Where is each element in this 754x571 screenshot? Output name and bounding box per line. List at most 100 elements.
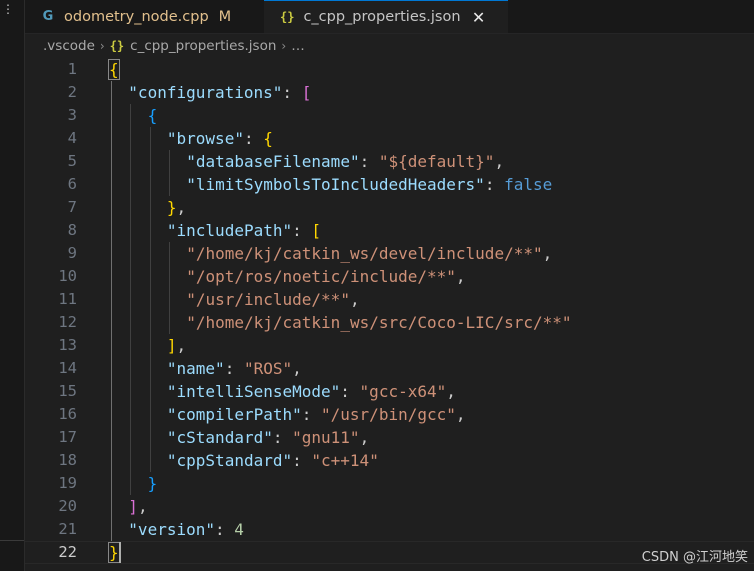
- line-number: 6: [67, 175, 77, 193]
- code-token: ,: [292, 359, 302, 378]
- chevron-right-icon: ›: [99, 39, 105, 53]
- chevron-right-icon: ›: [281, 39, 287, 53]
- code-line[interactable]: {: [148, 104, 158, 127]
- code-token: :: [340, 382, 360, 401]
- line-number: 16: [58, 405, 77, 423]
- code-line[interactable]: "name": "ROS",: [167, 357, 302, 380]
- code-token: "limitSymbolsToIncludedHeaders": [186, 175, 485, 194]
- code-token: "intelliSenseMode": [166, 382, 341, 401]
- code-line[interactable]: "limitSymbolsToIncludedHeaders": false: [186, 173, 552, 196]
- more-actions-icon[interactable]: ⋮: [2, 3, 14, 15]
- code-area[interactable]: {"configurations": [{"browse": {"databas…: [108, 58, 749, 571]
- code-token: "cStandard": [166, 428, 273, 447]
- code-line[interactable]: },: [167, 196, 186, 219]
- code-token: :: [359, 152, 379, 171]
- code-token: "/home/kj/catkin_ws/src/Coco-LIC/src/**": [186, 313, 572, 332]
- line-number: 8: [67, 221, 77, 239]
- code-token: "/usr/include/**": [186, 290, 350, 309]
- code-line[interactable]: "compilerPath": "/usr/bin/gcc",: [167, 403, 466, 426]
- code-token: ,: [359, 428, 370, 447]
- activity-bar: ⋮: [0, 0, 25, 571]
- text-cursor: [118, 542, 121, 563]
- code-token: "/home/kj/catkin_ws/devel/include/**": [186, 244, 543, 263]
- code-token: "name": [166, 359, 225, 378]
- code-token: :: [301, 405, 322, 424]
- line-number: 22: [58, 543, 77, 561]
- tab-label: c_cpp_properties.json: [303, 9, 461, 25]
- code-token: :: [282, 83, 302, 102]
- code-editor[interactable]: 1 2 3 4 5 6 7 8 9 10 11 12 13 14 15 16 17 18 19 20 21 22 {"co…: [25, 58, 754, 571]
- line-number: 15: [58, 382, 77, 400]
- line-number: 3: [67, 106, 77, 124]
- code-token: }: [108, 542, 120, 563]
- indent-guide: [168, 150, 170, 196]
- code-token: }: [147, 474, 158, 493]
- code-token: "cppStandard": [166, 451, 293, 470]
- code-line[interactable]: "intelliSenseMode": "gcc-x64",: [167, 380, 456, 403]
- code-token: :: [484, 175, 505, 194]
- code-token: {: [147, 106, 158, 125]
- panel-divider: [0, 540, 24, 541]
- modified-badge: M: [218, 8, 232, 25]
- code-line[interactable]: "/opt/ros/noetic/include/**",: [186, 265, 465, 288]
- code-token: ,: [542, 244, 553, 263]
- code-token: ]: [128, 497, 138, 516]
- code-token: }: [166, 198, 177, 217]
- line-number: 17: [58, 428, 77, 446]
- code-token: "configurations": [128, 83, 283, 102]
- code-token: {: [108, 59, 120, 80]
- indent-guide: [149, 127, 151, 472]
- tab-c-cpp-properties-json[interactable]: {} c_cpp_properties.json ✕: [264, 0, 508, 33]
- code-token: "includePath": [166, 221, 293, 240]
- indent-guide: [130, 104, 132, 495]
- breadcrumb: .vscode › {} c_cpp_properties.json › …: [25, 34, 754, 58]
- code-line[interactable]: "cppStandard": "c++14": [167, 449, 379, 472]
- line-number: 14: [58, 359, 77, 377]
- c-cpp-icon: G: [42, 9, 54, 24]
- code-token: ]: [166, 336, 177, 355]
- breadcrumb-symbol[interactable]: …: [291, 38, 305, 54]
- code-token: "/opt/ros/noetic/include/**": [186, 267, 456, 286]
- code-line[interactable]: "configurations": [: [128, 81, 311, 104]
- line-number-gutter[interactable]: 1 2 3 4 5 6 7 8 9 10 11 12 13 14 15 16 17 18 19 20 21 22: [25, 58, 85, 571]
- code-line[interactable]: "/home/kj/catkin_ws/src/Coco-LIC/src/**": [186, 311, 571, 334]
- editor-tab-bar: G odometry_node.cpp M {} c_cpp_propertie…: [25, 0, 754, 34]
- code-line[interactable]: "/home/kj/catkin_ws/devel/include/**",: [186, 242, 552, 265]
- code-token: "gnu11": [292, 428, 360, 447]
- breadcrumb-folder[interactable]: .vscode: [43, 38, 95, 54]
- code-token: :: [292, 221, 312, 240]
- code-line[interactable]: ],: [167, 334, 186, 357]
- tab-odometry-node-cpp[interactable]: G odometry_node.cpp M: [25, 0, 263, 33]
- line-number: 10: [58, 267, 77, 285]
- code-line[interactable]: "databaseFilename": "${default}",: [186, 150, 504, 173]
- code-line[interactable]: "version": 4: [128, 518, 244, 541]
- code-token: 4: [234, 520, 244, 539]
- code-token: "/usr/bin/gcc": [321, 405, 456, 424]
- code-token: ,: [455, 267, 466, 286]
- close-icon[interactable]: ✕: [471, 8, 487, 27]
- code-token: "databaseFilename": [186, 152, 360, 171]
- breadcrumb-file[interactable]: c_cpp_properties.json: [130, 38, 276, 54]
- code-token: ,: [446, 382, 456, 401]
- line-number: 19: [58, 474, 77, 492]
- code-token: "compilerPath": [166, 405, 302, 424]
- code-line[interactable]: "includePath": [: [167, 219, 321, 242]
- code-line[interactable]: }: [108, 541, 120, 564]
- code-line[interactable]: }: [148, 472, 158, 495]
- line-number: 21: [58, 520, 77, 538]
- code-token: ,: [494, 152, 505, 171]
- code-token: ,: [349, 290, 360, 309]
- code-line[interactable]: ],: [128, 495, 147, 518]
- code-line[interactable]: "browse": {: [167, 127, 273, 150]
- line-number: 4: [67, 129, 77, 147]
- code-token: :: [224, 359, 244, 378]
- code-token: "version": [128, 520, 215, 539]
- code-line[interactable]: "/usr/include/**",: [186, 288, 359, 311]
- code-line[interactable]: "cStandard": "gnu11",: [167, 426, 369, 449]
- code-token: ,: [137, 497, 148, 516]
- code-token: ,: [176, 336, 187, 355]
- code-token: [: [311, 221, 322, 240]
- code-line[interactable]: {: [108, 58, 120, 81]
- line-number: 9: [67, 244, 77, 262]
- json-braces-icon: {}: [109, 39, 125, 53]
